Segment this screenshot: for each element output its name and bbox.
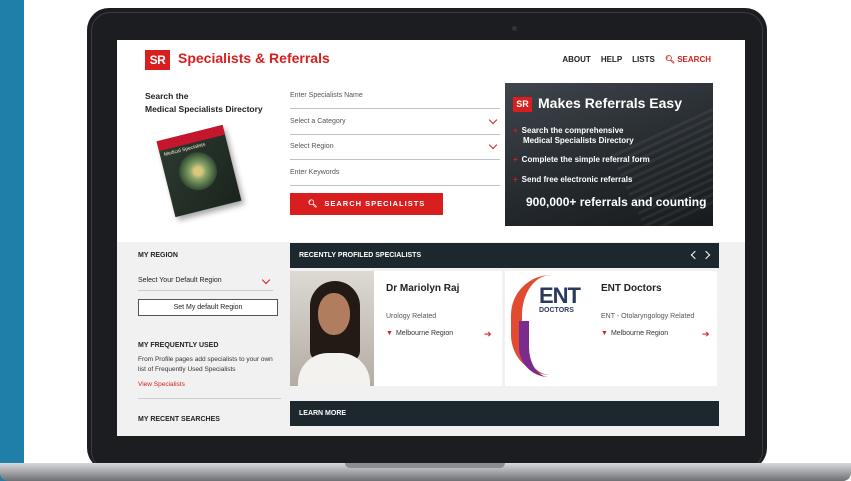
promo-item1-line2: Medical Specialists Directory: [523, 136, 634, 145]
search-heading: Search the Medical Specialists Directory: [145, 90, 263, 116]
sidebar-divider: [138, 398, 281, 399]
specialist-name-input[interactable]: Enter Specialists Name: [290, 89, 500, 109]
specialist-location-text: Melbourne Region: [395, 330, 454, 337]
set-default-region-button[interactable]: Set My default Region: [138, 299, 278, 316]
chevron-right-icon[interactable]: [701, 250, 711, 260]
region-select[interactable]: Select Region: [290, 140, 500, 160]
category-select-label: Select a Category: [290, 118, 346, 125]
promo-item1-line1: Search the comprehensive: [521, 126, 624, 135]
frequently-used-heading: MY FREQUENTLY USED: [138, 342, 219, 349]
logo-subword: DOCTORS: [539, 307, 574, 314]
specialist-category: Urology Related: [386, 313, 437, 320]
specialist-card[interactable]: Dr Mariolyn Raj Urology Related ▼ Melbour…: [290, 271, 502, 386]
promo-item-search: + Search the comprehensive Medical Special…: [513, 126, 634, 146]
search-icon: 🔍︎: [307, 199, 319, 208]
chevron-down-icon: [488, 115, 498, 125]
learn-more-title: LEARN MORE: [299, 410, 347, 417]
nav-search-label: SEARCH: [677, 55, 711, 64]
recent-specialists-bar: RECENTLY PROFILED SPECIALISTS: [290, 243, 719, 268]
arrow-right-icon[interactable]: ➔: [702, 329, 710, 340]
site-logo[interactable]: SR: [145, 50, 170, 70]
nav-lists[interactable]: LISTS: [632, 55, 655, 64]
background-stripe: [0, 0, 24, 481]
logo-ribbon-lower: [519, 321, 549, 377]
directory-book-cover: Medical Specialists: [156, 124, 242, 218]
plus-icon: +: [513, 175, 518, 184]
arrow-right-icon[interactable]: ➔: [484, 329, 492, 340]
photo-face: [318, 293, 350, 335]
specialist-name[interactable]: ENT Doctors: [601, 283, 662, 294]
search-heading-line1: Search the: [145, 91, 189, 101]
specialist-location-text: Melbourne Region: [610, 330, 669, 337]
promo-headline: Makes Referrals Easy: [538, 95, 682, 111]
main-nav: ABOUT HELP LISTS 🔍︎ SEARCH: [562, 55, 711, 64]
specialist-name[interactable]: Dr Mariolyn Raj: [386, 283, 459, 294]
photo-shirt: [298, 353, 370, 386]
default-region-label: Select Your Default Region: [138, 277, 222, 284]
specialist-photo: [290, 271, 374, 386]
plus-icon: +: [513, 155, 518, 164]
promo-logo: SR: [513, 97, 532, 112]
recent-specialists-title: RECENTLY PROFILED SPECIALISTS: [299, 252, 422, 259]
plus-icon: +: [513, 126, 518, 135]
search-specialists-button[interactable]: 🔍︎ SEARCH SPECIALISTS: [290, 193, 443, 215]
promo-referral-count: 900,000+ referrals and counting: [526, 195, 707, 209]
keywords-input[interactable]: Enter Keywords: [290, 166, 500, 186]
promo-item2-text: Complete the simple referral form: [521, 155, 650, 164]
promo-item-complete: + Complete the simple referral form: [513, 155, 650, 165]
brand-name[interactable]: Specialists & Referrals: [178, 50, 330, 66]
my-region-heading: MY REGION: [138, 252, 178, 259]
chevron-left-icon[interactable]: [690, 250, 700, 260]
search-heading-line2: Medical Specialists Directory: [145, 104, 263, 114]
specialist-location: ▼ Melbourne Region: [386, 330, 453, 337]
nav-about[interactable]: ABOUT: [562, 55, 590, 64]
webcam: [512, 26, 517, 31]
category-select[interactable]: Select a Category: [290, 115, 500, 135]
specialist-location: ▼ Melbourne Region: [601, 330, 668, 337]
location-pin-icon: ▼: [386, 330, 393, 337]
nav-help[interactable]: HELP: [601, 55, 622, 64]
site-header: SR Specialists & Referrals ABOUT HELP LI…: [117, 40, 745, 80]
search-button-label: SEARCH SPECIALISTS: [324, 199, 426, 208]
laptop-screen: SR Specialists & Referrals ABOUT HELP LI…: [117, 40, 745, 436]
ent-doctors-logo: ENT DOCTORS: [505, 271, 589, 386]
specialist-category: ENT - Otolaryngology Related: [601, 313, 695, 320]
learn-more-bar[interactable]: LEARN MORE: [290, 401, 719, 426]
chevron-down-icon: [488, 140, 498, 150]
specialist-card[interactable]: ENT DOCTORS ENT Doctors ENT - Otolaryngo…: [505, 271, 717, 386]
search-icon: 🔍︎: [664, 55, 675, 64]
view-specialists-link[interactable]: View Specialists: [138, 381, 185, 388]
promo-item3-text: Send free electronic referrals: [521, 175, 633, 184]
default-region-select[interactable]: Select Your Default Region: [138, 273, 273, 291]
logo-word: ENT: [539, 283, 581, 308]
recent-searches-heading: MY RECENT SEARCHES: [138, 416, 220, 423]
location-pin-icon: ▼: [601, 330, 608, 337]
region-select-label: Select Region: [290, 143, 334, 150]
laptop-base-notch: [345, 463, 505, 468]
nav-search[interactable]: 🔍︎ SEARCH: [665, 55, 711, 64]
promo-item-send: + Send free electronic referrals: [513, 175, 632, 185]
frequently-used-text: From Profile pages add specialists to yo…: [138, 356, 273, 373]
chevron-down-icon: [261, 275, 271, 285]
promo-banner[interactable]: SR Makes Referrals Easy + Search the comp…: [505, 83, 713, 226]
